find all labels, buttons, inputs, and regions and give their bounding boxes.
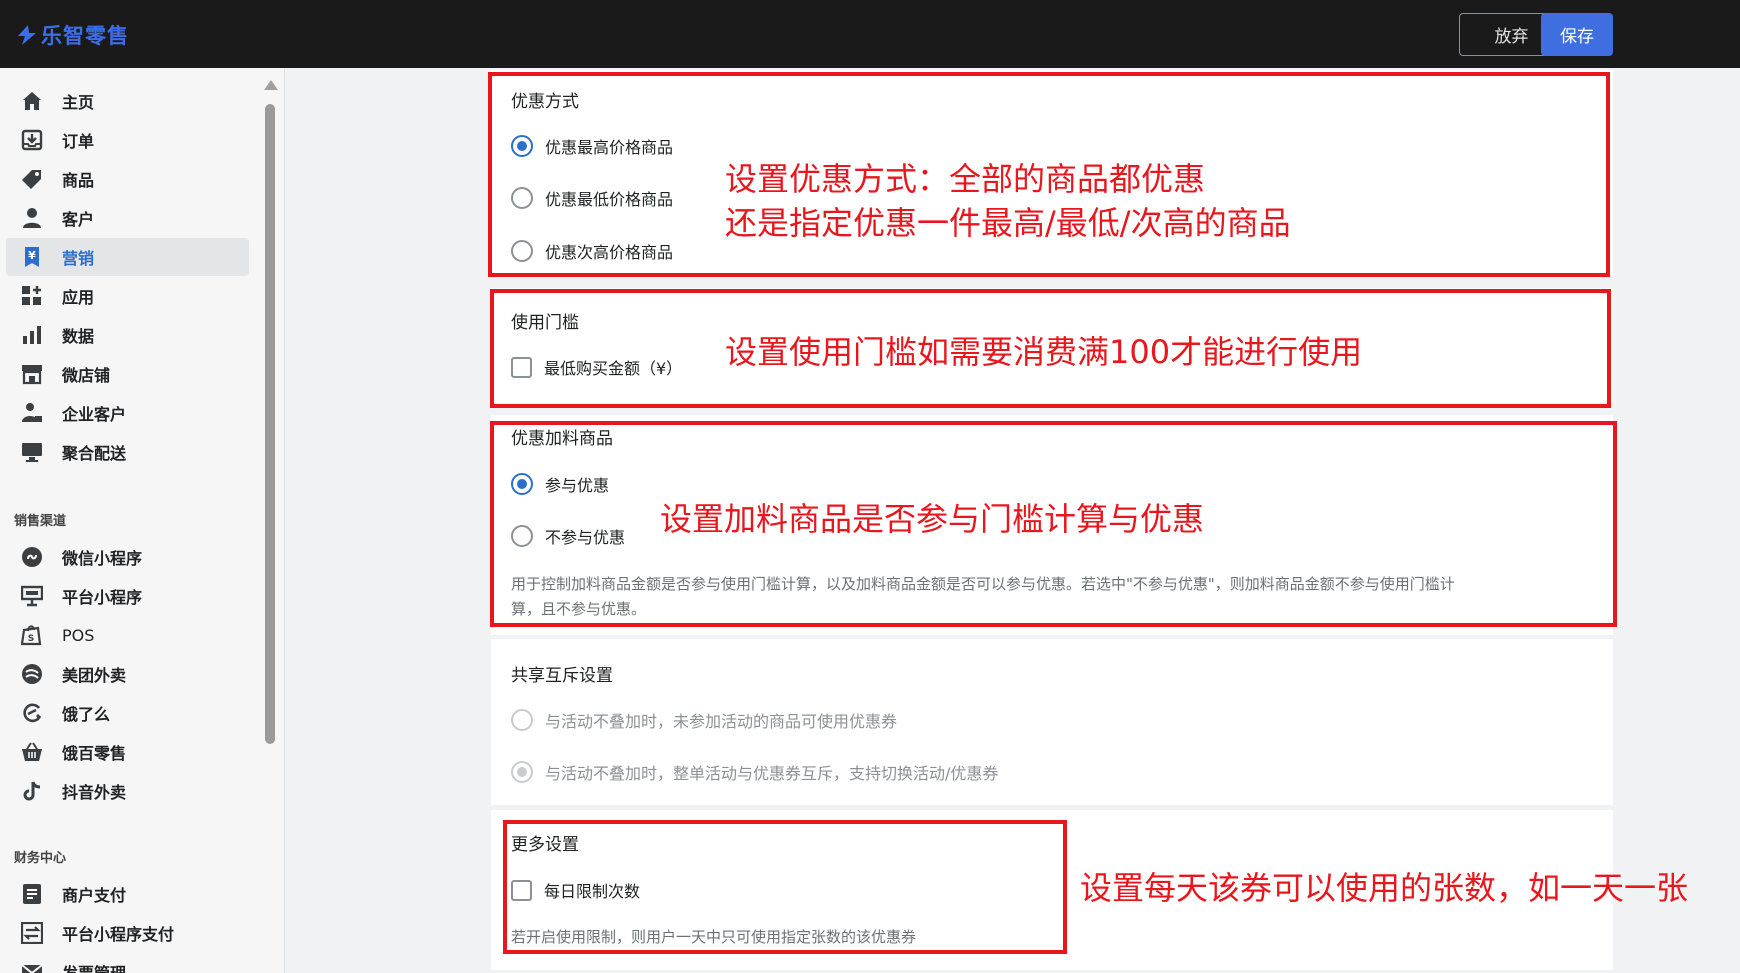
finance-center-heading: 财务中心	[14, 851, 67, 866]
sidebar-item-eleme[interactable]: 饿了么	[6, 694, 249, 732]
radio-button[interactable]	[511, 761, 533, 783]
tag-icon	[20, 167, 44, 191]
logo-icon	[18, 25, 36, 45]
sidebar-item-label: 应用	[62, 288, 95, 307]
sidebar-item-merchant-payment[interactable]: 商户支付	[6, 875, 249, 913]
top-bar: 乐智零售 放弃 保存	[0, 0, 1740, 68]
sidebar-item-wechat-mini-program[interactable]: 微信小程序	[6, 538, 249, 576]
shopping-bag-icon: S	[20, 623, 44, 647]
sidebar-item-platform-mini-program[interactable]: 平台小程序	[6, 577, 249, 615]
radio-button[interactable]	[511, 709, 533, 731]
sidebar-item-label: 聚合配送	[62, 444, 127, 463]
sidebar-item-data[interactable]: 数据	[6, 316, 249, 354]
annotation-addon: 设置加料商品是否参与门槛计算与优惠	[660, 500, 1205, 538]
sidebar-item-customers[interactable]: 客户	[6, 199, 249, 237]
sidebar-item-douyin[interactable]: 抖音外卖	[6, 772, 249, 810]
sidebar-item-delivery[interactable]: 聚合配送	[6, 433, 249, 471]
transfer-icon	[20, 921, 44, 945]
monitor-icon	[20, 440, 44, 464]
sidebar-item-label: 营销	[62, 249, 95, 268]
sidebar-item-pos[interactable]: S POS	[6, 616, 249, 654]
mini-program-icon	[20, 545, 44, 569]
sidebar-item-label: 数据	[62, 327, 95, 346]
sharing-option-exclusive[interactable]: 与活动不叠加时，整单活动与优惠券互斥，支持切换活动/优惠券	[511, 760, 998, 784]
sidebar-item-label: 平台小程序	[62, 588, 143, 607]
sidebar-item-ebai-retail[interactable]: 饿百零售	[6, 733, 249, 771]
sidebar-item-meituan[interactable]: 美团外卖	[6, 655, 249, 693]
sidebar-item-label: 微店铺	[62, 366, 111, 385]
sidebar-item-home[interactable]: 主页	[6, 82, 249, 120]
scrollbar-thumb[interactable]	[265, 104, 275, 744]
marketing-icon: ¥	[20, 245, 44, 269]
card-title: 共享互斥设置	[511, 666, 613, 686]
scroll-up-arrow-icon[interactable]	[264, 80, 278, 90]
mail-icon	[20, 960, 44, 973]
sidebar-item-label: 平台小程序支付	[62, 925, 175, 944]
sidebar-scrollbar[interactable]	[258, 68, 284, 973]
sidebar-item-label: 商品	[62, 171, 95, 190]
logo-text: 乐智零售	[41, 24, 129, 48]
business-person-icon	[20, 401, 44, 425]
svg-text:S: S	[28, 634, 34, 644]
sidebar-item-micro-store[interactable]: 微店铺	[6, 355, 249, 393]
sidebar-item-products[interactable]: 商品	[6, 160, 249, 198]
person-icon	[20, 206, 44, 230]
sidebar-item-label: 抖音外卖	[62, 783, 127, 802]
store-icon	[20, 362, 44, 386]
sidebar-item-marketing[interactable]: ¥ 营销	[6, 238, 249, 276]
sidebar: 主页 订单 商品 客户 ¥ 营销 应用 数据 微店铺 企业客户 聚合配送 销售渠…	[0, 68, 258, 973]
sidebar-item-label: 美团外卖	[62, 666, 127, 685]
sidebar-item-label: POS	[62, 625, 95, 645]
annotation-box-daily-limit	[503, 820, 1067, 954]
sidebar-item-label: 饿百零售	[62, 744, 127, 763]
sidebar-item-label: 企业客户	[62, 405, 127, 424]
annotation-daily-limit: 设置每天该券可以使用的张数，如一天一张	[1080, 869, 1689, 907]
order-inbox-icon	[20, 128, 44, 152]
annotation-threshold: 设置使用门槛如需要消费满100才能进行使用	[725, 333, 1363, 371]
sidebar-item-label: 微信小程序	[62, 549, 143, 568]
home-icon	[20, 89, 44, 113]
sidebar-item-label: 订单	[62, 132, 95, 151]
sidebar-item-platform-payment[interactable]: 平台小程序支付	[6, 914, 249, 952]
sidebar-item-apps[interactable]: 应用	[6, 277, 249, 315]
meituan-icon	[20, 662, 44, 686]
app-logo[interactable]: 乐智零售	[16, 20, 129, 50]
bar-chart-icon	[20, 323, 44, 347]
sales-channels-heading: 销售渠道	[14, 514, 67, 529]
sharing-card: 共享互斥设置 与活动不叠加时，未参加活动的商品可使用优惠券 与活动不叠加时，整单…	[491, 639, 1613, 805]
sidebar-item-label: 主页	[62, 93, 95, 112]
svg-text:¥: ¥	[28, 249, 36, 262]
annotation-discount-method: 设置优惠方式：全部的商品都优惠 还是指定优惠一件最高/最低/次高的商品	[725, 160, 1291, 242]
save-button[interactable]: 保存	[1541, 13, 1613, 56]
sidebar-item-orders[interactable]: 订单	[6, 121, 249, 159]
sharing-option-unstacked-items[interactable]: 与活动不叠加时，未参加活动的商品可使用优惠券	[511, 708, 897, 732]
document-icon	[20, 882, 44, 906]
platform-icon	[20, 584, 44, 608]
sidebar-item-label: 发票管理	[62, 960, 126, 973]
sidebar-item-label: 客户	[62, 210, 95, 229]
sidebar-item-label: 饿了么	[62, 705, 111, 724]
apps-icon	[20, 284, 44, 308]
sidebar-item-label: 商户支付	[62, 886, 127, 905]
eleme-icon	[20, 701, 44, 725]
sidebar-item-invoice[interactable]: 发票管理	[6, 953, 249, 973]
sidebar-item-enterprise-customers[interactable]: 企业客户	[6, 394, 249, 432]
tiktok-icon	[20, 779, 44, 803]
basket-icon	[20, 740, 44, 764]
